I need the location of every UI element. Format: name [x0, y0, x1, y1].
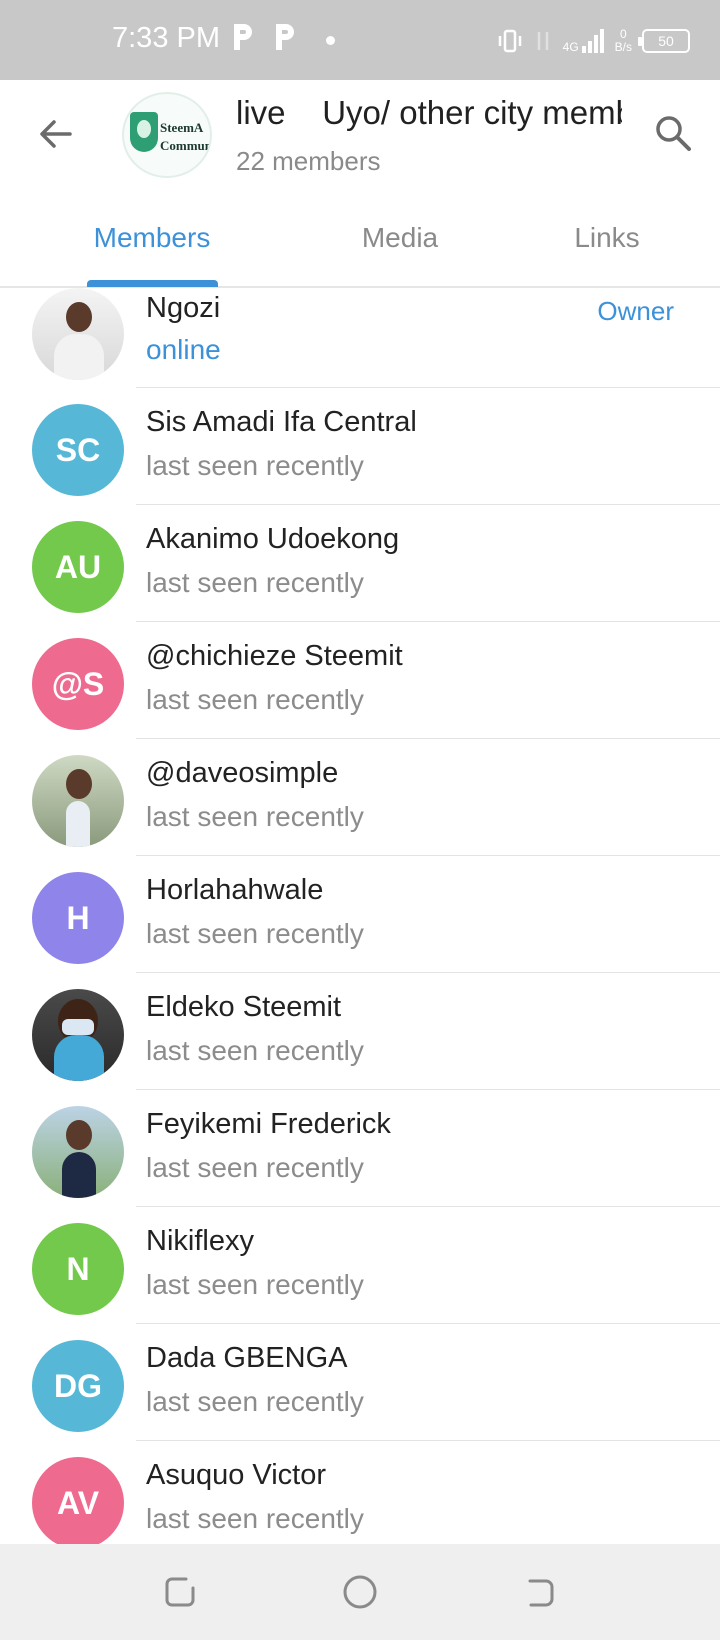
active-tab-indicator	[87, 280, 218, 287]
member-name: Dada GBENGA	[146, 1342, 348, 1374]
member-status: last seen recently	[146, 1152, 364, 1183]
tab-media[interactable]: Media	[350, 222, 450, 254]
member-name: @daveosimple	[146, 757, 339, 789]
shield-logo-icon	[130, 112, 158, 152]
signal-icon	[581, 29, 604, 53]
system-nav-bar	[0, 1544, 720, 1640]
battery-indicator: 50	[638, 29, 690, 53]
status-indicators: 4G 0 B/s 50	[497, 22, 690, 60]
member-name: Ngozi	[146, 292, 221, 324]
member-status: online	[146, 334, 221, 365]
list-item[interactable]: DG Dada GBENGA last seen recently	[0, 1324, 720, 1441]
member-status: last seen recently	[146, 567, 364, 598]
back-gesture-icon	[528, 1579, 554, 1607]
home-circle-icon	[343, 1575, 377, 1609]
avatar: H	[32, 872, 124, 964]
member-name: Sis Amadi Ifa Central	[146, 406, 417, 438]
member-count: 22 members	[236, 146, 381, 176]
avatar: AV	[32, 1457, 124, 1544]
list-item[interactable]: AV Asuquo Victor last seen recently	[0, 1441, 720, 1544]
group-title[interactable]: live Uyo/ other city members	[236, 94, 622, 138]
avatar: SC	[32, 404, 124, 496]
list-item[interactable]: Ngozi online Owner	[0, 288, 720, 388]
tab-members[interactable]: Members	[86, 222, 218, 254]
back-button[interactable]	[30, 108, 82, 160]
search-button[interactable]	[648, 108, 698, 158]
member-name: Nikiflexy	[146, 1225, 254, 1257]
member-name: Asuquo Victor	[146, 1459, 327, 1491]
avatar	[32, 989, 124, 1081]
data-arrows-icon	[537, 32, 548, 50]
avatar: AU	[32, 521, 124, 613]
recent-apps-button[interactable]	[156, 1568, 204, 1616]
member-name: Akanimo Udoekong	[146, 523, 400, 555]
list-item[interactable]: N Nikiflexy last seen recently	[0, 1207, 720, 1324]
avatar: @S	[32, 638, 124, 730]
member-name: Horlahahwale	[146, 874, 324, 906]
network-type: 4G	[563, 28, 605, 54]
member-status: last seen recently	[146, 801, 364, 832]
member-name: Eldeko Steemit	[146, 991, 342, 1023]
list-item[interactable]: Eldeko Steemit last seen recently	[0, 973, 720, 1090]
search-icon	[656, 116, 691, 151]
group-avatar[interactable]: SteemA Commun	[122, 92, 212, 178]
member-status: last seen recently	[146, 918, 364, 949]
tab-bar: Members Media Links	[0, 188, 720, 288]
notification-p-icon	[276, 24, 294, 50]
list-item[interactable]: AU Akanimo Udoekong last seen recently	[0, 505, 720, 622]
recent-apps-icon	[165, 1577, 195, 1607]
vibrate-icon	[498, 29, 521, 53]
chat-header: SteemA Commun live Uyo/ other city membe…	[0, 80, 720, 188]
avatar	[32, 1106, 124, 1198]
notification-p-icon	[234, 24, 252, 50]
member-status: last seen recently	[146, 1386, 364, 1417]
member-status: last seen recently	[146, 1035, 364, 1066]
avatar	[32, 755, 124, 847]
member-status: last seen recently	[146, 684, 364, 715]
avatar: DG	[32, 1340, 124, 1432]
list-item[interactable]: SC Sis Amadi Ifa Central last seen recen…	[0, 388, 720, 505]
member-status: last seen recently	[146, 450, 364, 481]
avatar	[32, 288, 124, 380]
member-name: Feyikemi Frederick	[146, 1108, 391, 1140]
network-speed: 0 B/s	[614, 27, 632, 54]
list-item[interactable]: Feyikemi Frederick last seen recently	[0, 1090, 720, 1207]
status-bar: 7:33 PM 4G 0 B/s 50	[0, 0, 720, 80]
member-role-badge: Owner	[597, 296, 674, 326]
list-item[interactable]: @daveosimple last seen recently	[0, 739, 720, 856]
list-item[interactable]: H Horlahahwale last seen recently	[0, 856, 720, 973]
avatar: N	[32, 1223, 124, 1315]
arrow-left-icon	[40, 120, 72, 148]
member-status: last seen recently	[146, 1269, 364, 1300]
member-status: last seen recently	[146, 1503, 364, 1534]
member-name: @chichieze Steemit	[146, 640, 403, 672]
notification-dot	[326, 36, 335, 45]
member-list[interactable]: Ngozi online Owner SC Sis Amadi Ifa Cent…	[0, 288, 720, 1544]
status-time: 7:33 PM	[112, 22, 220, 54]
system-back-button[interactable]	[516, 1568, 564, 1616]
tab-links[interactable]: Links	[560, 222, 654, 254]
home-button[interactable]	[336, 1568, 384, 1616]
list-item[interactable]: @S @chichieze Steemit last seen recently	[0, 622, 720, 739]
